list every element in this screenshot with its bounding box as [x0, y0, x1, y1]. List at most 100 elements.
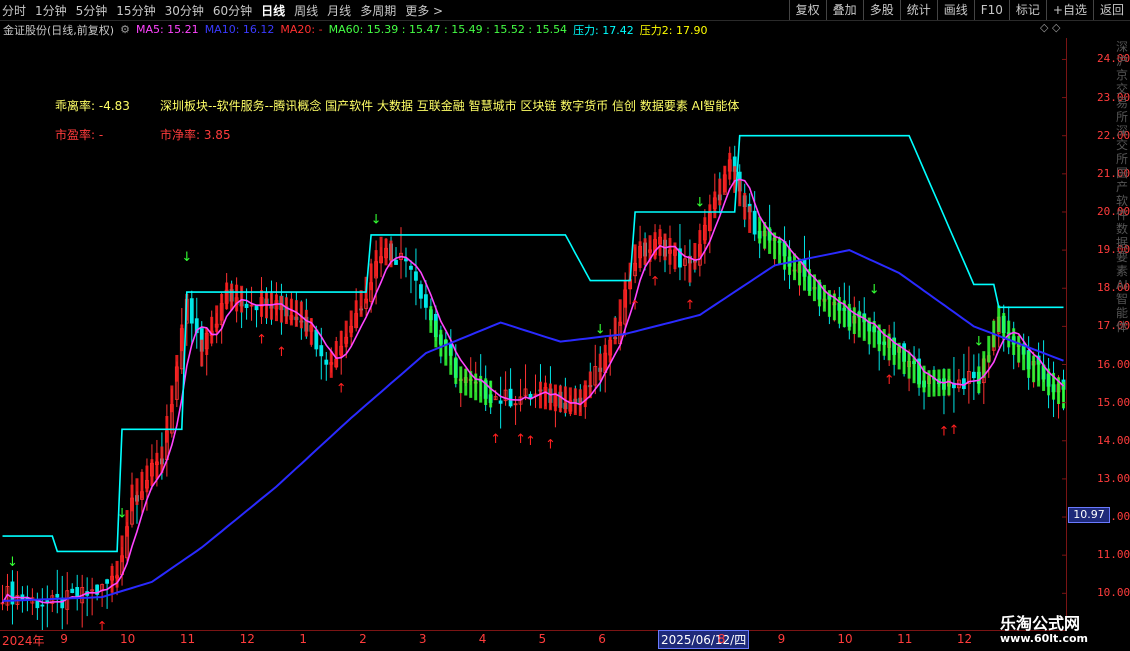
x-tick-label: 9: [60, 632, 68, 646]
ma60-label: MA60: 15.39 : 15.47 : 15.49 : 15.52 : 15…: [328, 23, 568, 36]
overlay-button[interactable]: 叠加: [825, 0, 863, 20]
indicator-bar: 金证股份(日线,前复权) ⚙ MA5: 15.21 MA10: 16.12 MA…: [0, 21, 713, 38]
stock-title[interactable]: 金证股份(日线,前复权): [3, 22, 114, 38]
x-tick-label: 10: [837, 632, 853, 646]
x-tick-label: 4: [478, 632, 487, 646]
candle-body: [419, 284, 423, 299]
current-price-tag: 10.97: [1068, 507, 1110, 523]
buy-arrow-icon: ↑: [650, 275, 661, 290]
tab-period-30min[interactable]: 30分钟: [165, 2, 204, 19]
sell-arrow-icon: ↓: [694, 195, 705, 210]
y-axis-line: [1066, 38, 1067, 630]
candle-body: [314, 329, 319, 350]
buy-arrow-icon: ↑: [276, 345, 287, 360]
x-tick-label: 11: [897, 632, 913, 646]
pressure-label: 压力: 17.42: [573, 23, 634, 37]
candle-body: [324, 359, 329, 365]
sector-label: 深圳板块--软件服务--腾讯概念 国产软件 大数据 互联金融 智慧城市 区块链 …: [160, 99, 740, 113]
watermark-name: 乐淘公式网: [1000, 614, 1081, 633]
candle-body: [105, 579, 109, 584]
tab-period-more[interactable]: 更多 >: [405, 2, 443, 19]
candle-body: [409, 265, 413, 270]
candle-body: [319, 345, 324, 357]
sell-arrow-icon: ↓: [181, 250, 192, 265]
x-tick-label: 2: [359, 632, 367, 646]
candle-body: [508, 388, 513, 407]
add-watchlist-button[interactable]: +自选: [1045, 0, 1093, 20]
sell-arrow-icon: ↓: [117, 507, 128, 522]
pb-label: 市净率: 3.85: [160, 128, 231, 142]
mark-button[interactable]: 标记: [1008, 0, 1046, 20]
candle-body: [394, 259, 398, 265]
tab-period-monthly[interactable]: 月线: [327, 2, 351, 19]
candle-body: [55, 593, 60, 598]
restore-right-button[interactable]: 复权: [788, 0, 826, 20]
buy-arrow-icon: ↑: [97, 620, 108, 630]
ma10-label: MA10: 16.12: [204, 23, 275, 36]
x-tick-label: 3: [418, 632, 427, 646]
buy-arrow-icon: ↑: [545, 438, 556, 453]
tab-period-weekly[interactable]: 周线: [294, 2, 318, 19]
x-tick-label: 11: [179, 632, 196, 646]
buy-arrow-icon: ↑: [684, 298, 695, 313]
candle-body: [498, 400, 503, 404]
buy-arrow-icon: ↑: [948, 423, 959, 438]
candle-body: [971, 371, 976, 379]
sell-arrow-icon: ↓: [869, 283, 880, 298]
x-tick-label: 6: [598, 632, 606, 646]
x-tick-label: 1: [299, 632, 307, 646]
right-tools: 复权 叠加 多股 统计 画线 F10 标记 +自选 返回: [788, 0, 1130, 20]
ma10-line: [2, 249, 1064, 602]
x-tick-label: 12: [239, 632, 255, 646]
buy-arrow-icon: ↑: [630, 298, 641, 313]
tab-period-multi[interactable]: 多周期: [360, 2, 396, 19]
candle-body: [424, 294, 428, 308]
tab-period-intraday[interactable]: 分时: [2, 2, 26, 19]
candle-body: [244, 303, 249, 308]
ma20-label: MA20: -: [280, 23, 323, 36]
multi-stock-button[interactable]: 多股: [862, 0, 900, 20]
watermark-url: www.60lt.com: [1000, 632, 1089, 645]
statistics-button[interactable]: 统计: [899, 0, 937, 20]
buy-arrow-icon: ↑: [884, 373, 895, 388]
tab-period-daily[interactable]: 日线: [261, 2, 285, 19]
sell-arrow-icon: ↓: [371, 213, 382, 228]
top-toolbar: 分时 1分钟 5分钟 15分钟 30分钟 60分钟 日线 周线 月线 多周期 更…: [0, 0, 1130, 21]
period-tabs: 分时 1分钟 5分钟 15分钟 30分钟 60分钟 日线 周线 月线 多周期 更…: [2, 0, 452, 20]
ma5-label: MA5: 15.21: [135, 23, 199, 36]
x-tick-label: 2025/06/12/四: [658, 630, 750, 649]
x-tick-label: 2024年: [2, 634, 45, 648]
tab-period-60min[interactable]: 60分钟: [213, 2, 252, 19]
candle-body: [40, 604, 45, 607]
draw-line-button[interactable]: 画线: [936, 0, 974, 20]
pressure2-label: 压力2: 17.90: [639, 23, 708, 37]
candle-body: [254, 305, 259, 311]
buy-arrow-icon: ↑: [256, 333, 267, 348]
f10-button[interactable]: F10: [973, 0, 1009, 20]
buy-arrow-icon: ↑: [336, 381, 347, 396]
x-tick-label: 10: [120, 632, 136, 646]
x-tick-label: 5: [538, 632, 547, 646]
diamond-icon[interactable]: ◇ ◇: [1040, 21, 1060, 34]
sell-arrow-icon: ↓: [595, 322, 606, 337]
x-tick-label: 9: [777, 632, 786, 646]
candle-body: [752, 210, 757, 235]
buy-arrow-icon: ↑: [490, 432, 501, 447]
back-button[interactable]: 返回: [1092, 0, 1130, 20]
candle-body: [414, 271, 418, 281]
buy-arrow-icon: ↑: [525, 434, 536, 449]
pe-label: 市盈率: -: [55, 128, 104, 142]
tab-period-15min[interactable]: 15分钟: [116, 2, 155, 19]
ma5-line: [1, 178, 1065, 604]
tab-period-1min[interactable]: 1分钟: [35, 2, 67, 19]
sell-arrow-icon: ↓: [973, 334, 984, 349]
deviation-label: 乖离率: -4.83: [55, 99, 130, 113]
side-panel-text: 深沪京交易所深交所国产软件数据要素AI智能体: [1116, 40, 1129, 334]
x-tick-label: 12: [956, 632, 973, 646]
candle-body: [70, 588, 75, 594]
tab-period-5min[interactable]: 5分钟: [76, 2, 108, 19]
settings-icon[interactable]: ⚙: [120, 23, 130, 36]
x-tick-label: 8: [717, 632, 726, 646]
candle-body: [189, 298, 194, 324]
sell-arrow-icon: ↓: [7, 555, 18, 570]
